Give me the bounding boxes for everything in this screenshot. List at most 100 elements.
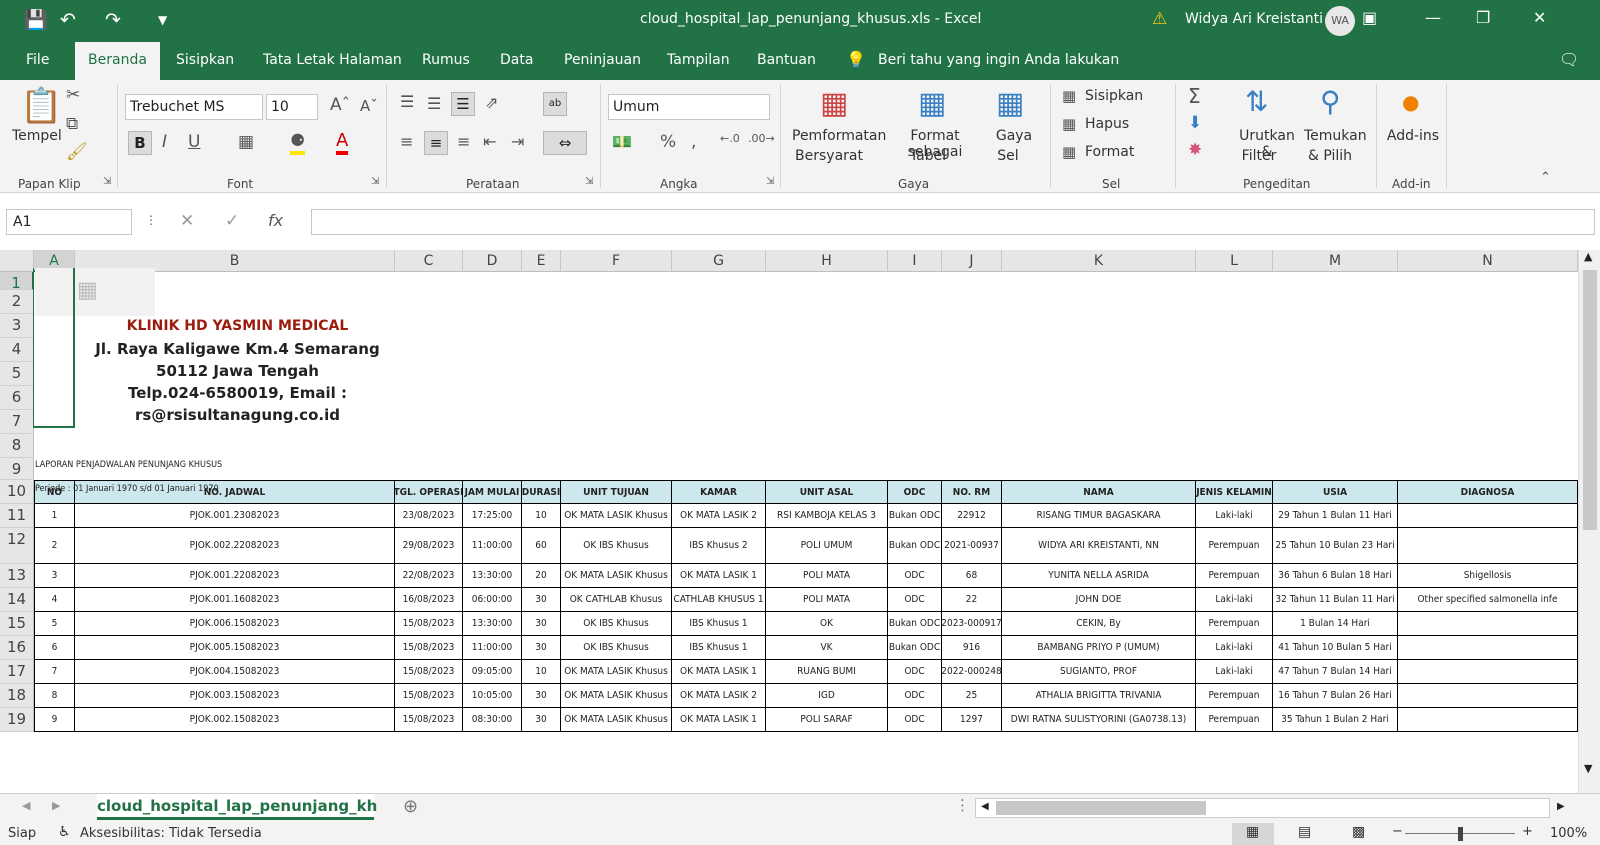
table-cell[interactable]: OK CATHLAB Khusus (561, 588, 672, 612)
decrease-font-icon[interactable]: Aˇ (360, 97, 378, 115)
column-header[interactable]: J (942, 250, 1002, 272)
column-header[interactable]: M (1273, 250, 1398, 272)
table-cell[interactable]: 15/08/2023 (395, 708, 463, 732)
table-cell[interactable]: 6 (34, 636, 75, 660)
table-cell[interactable]: Shigellosis (1398, 564, 1578, 588)
table-cell[interactable]: Perempuan (1196, 612, 1273, 636)
enter-icon[interactable]: ✓ (225, 211, 239, 231)
table-cell[interactable]: IBS Khusus 2 (672, 528, 766, 564)
table-cell[interactable]: PJOK.003.15082023 (75, 684, 395, 708)
merge-center-icon[interactable]: ⇔ (543, 131, 587, 155)
table-cell[interactable]: 35 Tahun 1 Bulan 2 Hari (1273, 708, 1398, 732)
tab-help[interactable]: Bantuan (757, 52, 816, 68)
zoom-out-icon[interactable]: − (1392, 824, 1403, 839)
table-cell[interactable]: 60 (522, 528, 561, 564)
column-header[interactable]: G (672, 250, 766, 272)
row-header[interactable]: 2 (0, 290, 34, 314)
table-cell[interactable] (1398, 708, 1578, 732)
table-cell[interactable]: IGD (766, 684, 888, 708)
column-header[interactable]: I (888, 250, 942, 272)
table-cell[interactable]: 20 (522, 564, 561, 588)
table-header-cell[interactable]: UNIT ASAL (766, 480, 888, 504)
table-cell[interactable]: CATHLAB KHUSUS 1 (672, 588, 766, 612)
worksheet-grid[interactable]: ABCDEFGHIJKLMN 1 2 3 4 5 6 7 8 9 10 11 12 13 14 15 16 17… (0, 250, 1578, 793)
table-cell[interactable]: OK (766, 612, 888, 636)
table-cell[interactable]: 1297 (942, 708, 1002, 732)
row-header[interactable]: 10 (0, 480, 34, 504)
table-cell[interactable]: 2021-00937 (942, 528, 1002, 564)
clear-icon[interactable]: ✸ (1188, 140, 1202, 160)
table-cell[interactable]: 10:05:00 (463, 684, 522, 708)
table-cell[interactable]: YUNITA NELLA ASRIDA (1002, 564, 1196, 588)
row-header[interactable]: 6 (0, 386, 34, 410)
zoom-in-icon[interactable]: + (1522, 824, 1533, 839)
row-header[interactable]: 18 (0, 684, 34, 708)
table-cell[interactable]: ODC (888, 708, 942, 732)
sheet-tab[interactable]: cloud_hospital_lap_penunjang_kh (97, 794, 377, 820)
table-cell[interactable]: 23/08/2023 (395, 504, 463, 528)
add-ins-button[interactable]: Add-ins (1384, 128, 1442, 144)
font-size-select[interactable]: 10 (266, 94, 318, 120)
table-cell[interactable]: 7 (34, 660, 75, 684)
table-header-cell[interactable]: TGL. OPERASI (395, 480, 463, 504)
table-cell[interactable]: 15/08/2023 (395, 612, 463, 636)
redo-icon[interactable]: ↷ (105, 8, 121, 32)
restore-icon[interactable]: ❐ (1476, 8, 1490, 27)
insert-function-icon[interactable]: fx (268, 211, 283, 230)
table-cell[interactable]: 29 Tahun 1 Bulan 11 Hari (1273, 504, 1398, 528)
next-sheet-icon[interactable]: ▶ (52, 799, 60, 812)
font-color-icon[interactable]: A (336, 130, 349, 155)
align-left-icon[interactable]: ≡ (400, 132, 413, 151)
table-cell[interactable]: 09:05:00 (463, 660, 522, 684)
table-cell[interactable]: OK MATA LASIK 1 (672, 708, 766, 732)
scroll-up-icon[interactable]: ▲ (1584, 250, 1592, 263)
more-options-icon[interactable]: ⋮ (145, 213, 157, 227)
dialog-launcher-icon[interactable]: ⇲ (585, 176, 593, 187)
insert-cells-icon[interactable]: ▦ (1062, 87, 1076, 105)
collapse-ribbon-icon[interactable]: ⌃ (1540, 170, 1551, 185)
table-cell[interactable]: 68 (942, 564, 1002, 588)
scroll-thumb[interactable] (1583, 270, 1597, 530)
column-header[interactable]: D (463, 250, 522, 272)
table-cell[interactable]: OK MATA LASIK Khusus (561, 504, 672, 528)
table-cell[interactable]: 32 Tahun 11 Bulan 11 Hari (1273, 588, 1398, 612)
row-header[interactable]: 5 (0, 362, 34, 386)
table-header-cell[interactable]: KAMAR (672, 480, 766, 504)
table-cell[interactable]: 3 (34, 564, 75, 588)
table-cell[interactable]: Laki-laki (1196, 504, 1273, 528)
find-select-icon[interactable]: ⚲ (1320, 85, 1341, 118)
accounting-format-icon[interactable]: 💵 (612, 132, 632, 151)
table-cell[interactable]: 11:00:00 (463, 528, 522, 564)
table-cell[interactable]: 15/08/2023 (395, 684, 463, 708)
user-name[interactable]: Widya Ari Kreistanti (1185, 11, 1323, 27)
table-cell[interactable]: Perempuan (1196, 708, 1273, 732)
table-header-cell[interactable]: JAM MULAI (463, 480, 522, 504)
add-ins-icon[interactable]: ● (1402, 90, 1419, 114)
add-sheet-icon[interactable]: ⊕ (403, 796, 418, 817)
orientation-icon[interactable]: ⇗ (485, 93, 498, 112)
splitter-icon[interactable]: ⋮ (955, 796, 970, 814)
align-bottom-icon[interactable]: ☰ (451, 92, 475, 116)
borders-icon[interactable]: ▦ (238, 132, 254, 152)
copy-icon[interactable]: ⧉ (66, 114, 78, 134)
find-select-button[interactable]: Temukan (1304, 128, 1367, 144)
table-cell[interactable]: POLI MATA (766, 564, 888, 588)
row-header[interactable]: 19 (0, 708, 34, 732)
table-cell[interactable]: 17:25:00 (463, 504, 522, 528)
table-cell[interactable]: 16 Tahun 7 Bulan 26 Hari (1273, 684, 1398, 708)
table-header-cell[interactable]: NO. RM (942, 480, 1002, 504)
table-cell[interactable]: PJOK.006.15082023 (75, 612, 395, 636)
find-select-button-line2[interactable]: & Pilih (1304, 148, 1356, 164)
table-cell[interactable]: PJOK.005.15082023 (75, 636, 395, 660)
table-cell[interactable]: 08:30:00 (463, 708, 522, 732)
table-cell[interactable]: RSI KAMBOJA KELAS 3 (766, 504, 888, 528)
table-cell[interactable]: 25 Tahun 10 Bulan 23 Hari (1273, 528, 1398, 564)
tab-home[interactable]: Beranda (75, 42, 160, 80)
autosum-icon[interactable]: Σ (1188, 84, 1201, 108)
table-cell[interactable]: CEKIN, By (1002, 612, 1196, 636)
row-header[interactable]: 9 (0, 458, 34, 480)
table-cell[interactable]: 11:00:00 (463, 636, 522, 660)
select-all-button[interactable] (0, 250, 34, 272)
table-cell[interactable]: Laki-laki (1196, 588, 1273, 612)
table-cell[interactable]: IBS Khusus 1 (672, 636, 766, 660)
